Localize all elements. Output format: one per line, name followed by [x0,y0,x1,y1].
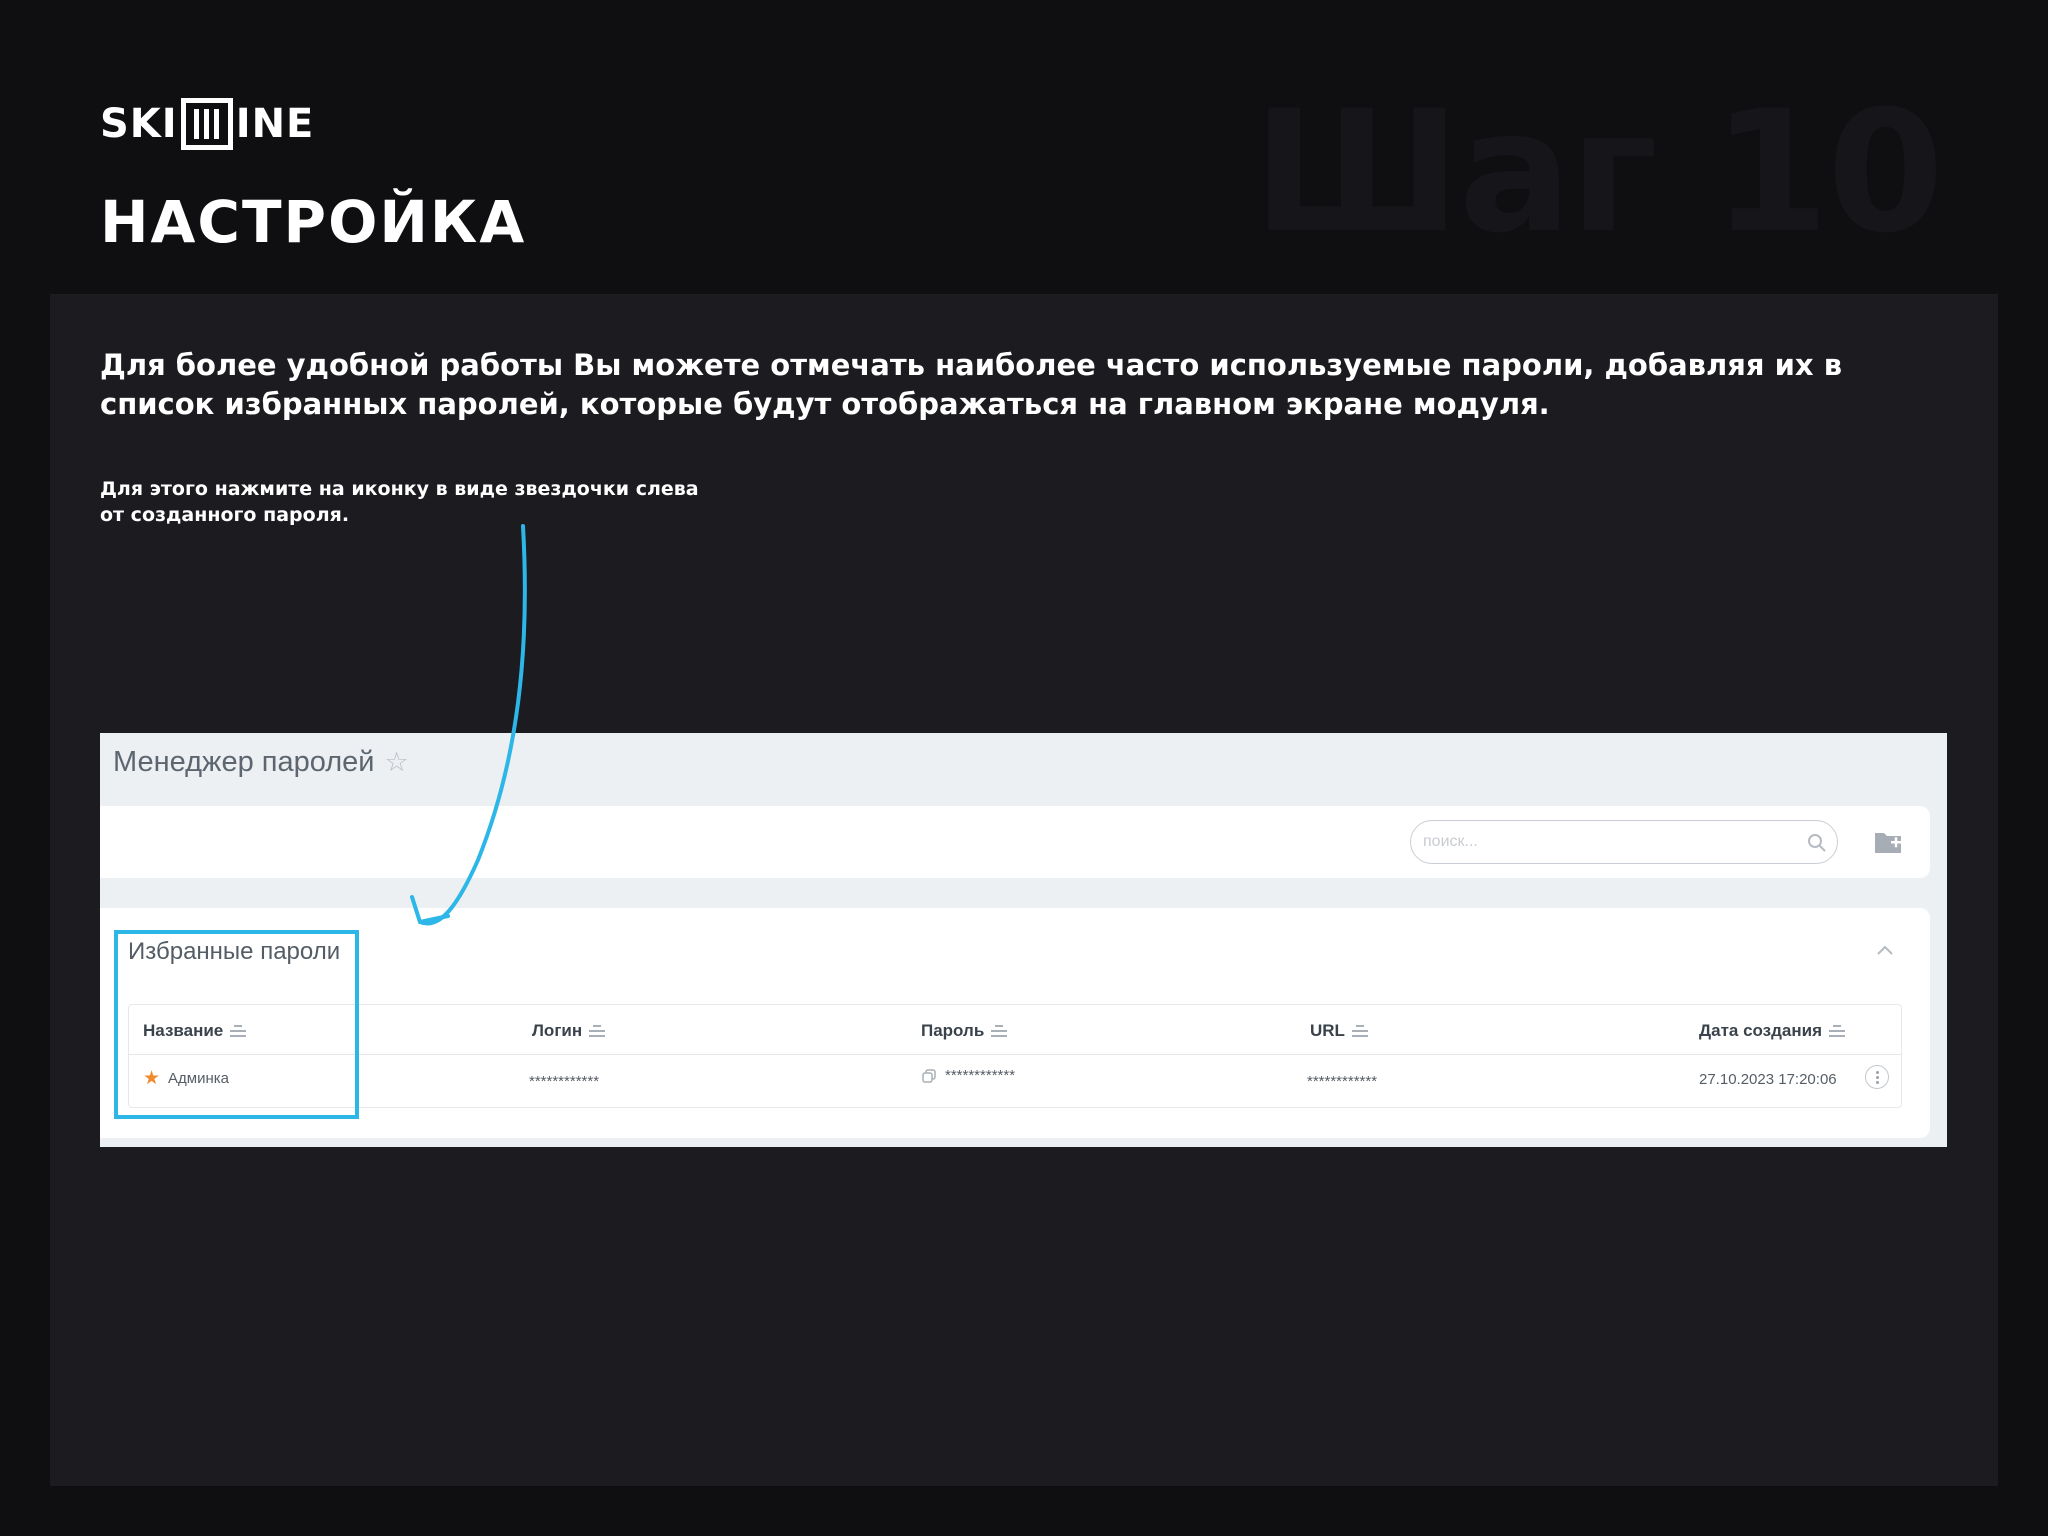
search-input[interactable]: поиск... [1410,820,1838,864]
cell-login: ************ [529,1073,600,1090]
sort-icon[interactable] [991,1025,1008,1037]
app-title: Менеджер паролей [113,746,375,778]
logo: SKI INE [100,98,314,150]
lead-text: Для более удобной работы Вы можете отмеч… [100,348,1843,421]
search-placeholder: поиск... [1423,833,1478,850]
cell-url: ************ [1307,1073,1378,1090]
step-watermark: Шаг 10 [1253,74,1944,270]
copy-icon[interactable] [921,1068,937,1084]
column-header-login[interactable]: Логин [532,1021,606,1041]
cell-password: ************ [921,1067,1015,1084]
sort-icon[interactable] [1351,1025,1368,1037]
app-screenshot: Менеджер паролей ☆ поиск... Избранные па… [100,733,1947,1147]
slide-title: НАСТРОЙКА [100,188,527,256]
search-icon[interactable] [1807,833,1827,853]
app-header: Менеджер паролей ☆ [113,746,409,779]
logo-mark [180,98,233,150]
column-header-created[interactable]: Дата создания [1699,1021,1846,1041]
hint-text: Для этого нажмите на иконку в виде звезд… [100,478,699,526]
highlight-box [114,930,359,1119]
cell-created: 27.10.2023 17:20:06 [1699,1071,1837,1088]
favorites-table: Название Логин Пароль URL Дата создания [128,1004,1902,1108]
sort-icon[interactable] [1829,1025,1846,1037]
sort-icon[interactable] [589,1025,606,1037]
star-outline-icon[interactable]: ☆ [384,747,408,778]
chevron-up-icon[interactable] [1876,944,1894,956]
logo-text-left: SKI [100,101,178,147]
folder-add-icon[interactable] [1874,830,1902,854]
logo-text-right: INE [235,101,315,147]
column-header-url[interactable]: URL [1310,1021,1368,1041]
table-header: Название Логин Пароль URL Дата создания [129,1005,1901,1055]
column-header-password[interactable]: Пароль [921,1021,1008,1041]
more-icon[interactable] [1865,1065,1889,1089]
favorites-card: Избранные пароли Название Логин Пароль U… [100,908,1930,1138]
toolbar: поиск... [100,806,1930,878]
